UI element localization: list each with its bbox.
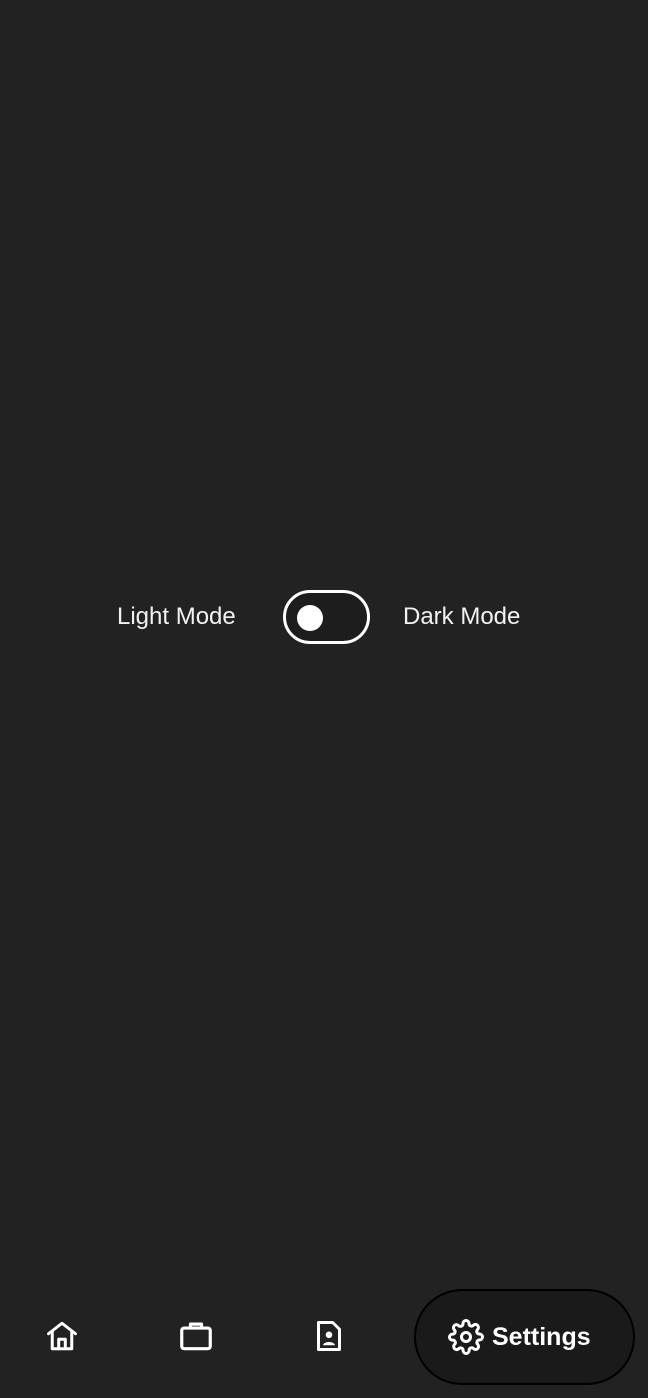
light-mode-label: Light Mode	[117, 603, 236, 630]
gear-icon	[448, 1319, 484, 1355]
settings-label: Settings	[492, 1322, 591, 1351]
nav-home-button[interactable]	[32, 1306, 92, 1366]
nav-profile-button[interactable]	[299, 1306, 359, 1366]
theme-switch-row: Light Mode Dark Mode	[0, 590, 648, 644]
contact-file-icon	[317, 1321, 341, 1351]
bottom-navigation: Settings	[0, 1288, 648, 1386]
home-icon	[47, 1321, 77, 1351]
theme-toggle[interactable]	[283, 590, 370, 644]
toggle-knob	[297, 605, 323, 631]
briefcase-icon	[180, 1322, 212, 1351]
nav-settings-button[interactable]: Settings	[414, 1289, 635, 1385]
nav-jobs-button[interactable]	[166, 1306, 226, 1366]
dark-mode-label: Dark Mode	[403, 603, 521, 630]
